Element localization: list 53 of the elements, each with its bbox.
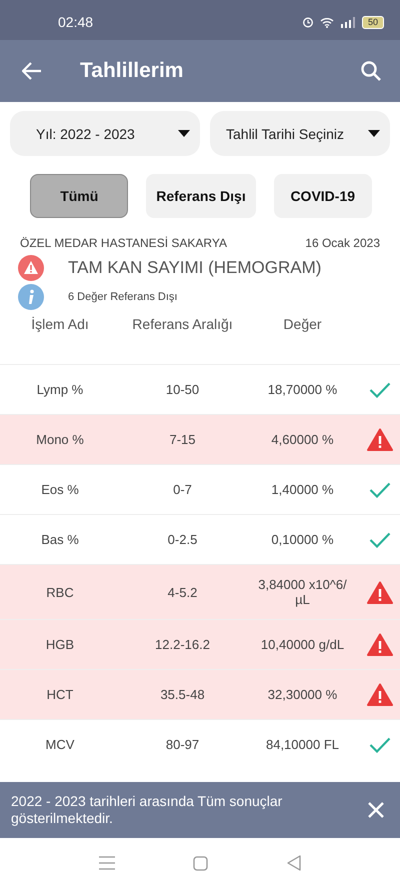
table-cell-text: 0-2.5 [166,532,198,547]
table-cell-text: 10,40000 g/dL [260,637,346,652]
table-cell-text: 0-7 [172,482,193,497]
table-cell-text: HCT [46,687,74,702]
table-cell-text: 4-5.2 [166,584,198,600]
column-header: Referans Aralığı [131,316,234,334]
table-cell-text: 4,60000 % [270,432,335,447]
table-cell-text: 12.2-16.2 [154,637,211,652]
table-cell-text: 10-50 [164,382,200,397]
search-icon[interactable] [360,60,382,82]
out-of-range-summary: 6 Değer Referans Dışı [68,291,178,303]
table-cell-text: 32,30000 % [266,687,338,702]
caret-icon [368,130,380,137]
caret-icon [178,130,190,137]
table-cell-text: 84,10000 FL [264,737,340,752]
info-icon [18,284,44,310]
back-arrow-icon[interactable] [22,62,42,80]
table-cell-text: 1,40000 % [270,482,335,497]
snackbar-message: 2022 - 2023 tarihleri arasında Tüm sonuçlar gösterilmektedir. [11,793,284,827]
table-cell-text: Eos % [40,482,80,497]
report-date: 16 Ocak 2023 [305,236,380,250]
status-time: 02:48 [58,14,94,30]
alarm-icon [302,16,314,28]
signal-icon [340,16,356,28]
filter-tab[interactable]: COVID-19 [274,174,372,218]
column-header: Değer [282,316,323,334]
battery-indicator: 50 [362,16,384,28]
table-cell-text: 80-97 [164,737,200,752]
menu-icon[interactable] [99,856,116,870]
table-cell-text: Bas % [40,532,80,547]
filter-dropdown[interactable]: Tahlil Tarihi Seçiniz [210,111,390,156]
table-cell-text: Lymp % [36,382,84,397]
page-title: Tahlillerim [80,59,184,83]
table-cell-text: MCV [44,737,76,752]
close-icon[interactable] [368,802,384,818]
column-header: İşlem Adı [30,316,90,334]
table-cell-text: HGB [44,637,76,652]
warning-icon [18,255,44,281]
filter-tab[interactable]: Referans Dışı [146,174,256,218]
table-cell-text: RBC [45,584,75,600]
table-cell-text: Mono % [35,432,85,447]
table-cell-text: 3,84000 x10^6/ µL [257,577,348,607]
home-icon[interactable] [193,856,208,870]
wifi-icon [320,16,334,28]
table-cell-text: 18,70000 % [266,382,338,397]
table-cell-text: 0,10000 % [270,532,335,547]
back-icon[interactable] [286,855,301,871]
table-cell-text: 7-15 [168,432,197,447]
filter-tab[interactable]: Tümü [30,174,128,218]
hospital-name: ÖZEL MEDAR HASTANESİ SAKARYA [20,236,227,250]
filter-dropdown[interactable]: Yıl: 2022 - 2023 [10,111,200,156]
table-cell-text: 35.5-48 [159,687,206,702]
test-name: TAM KAN SAYIMI (HEMOGRAM) [68,258,322,278]
